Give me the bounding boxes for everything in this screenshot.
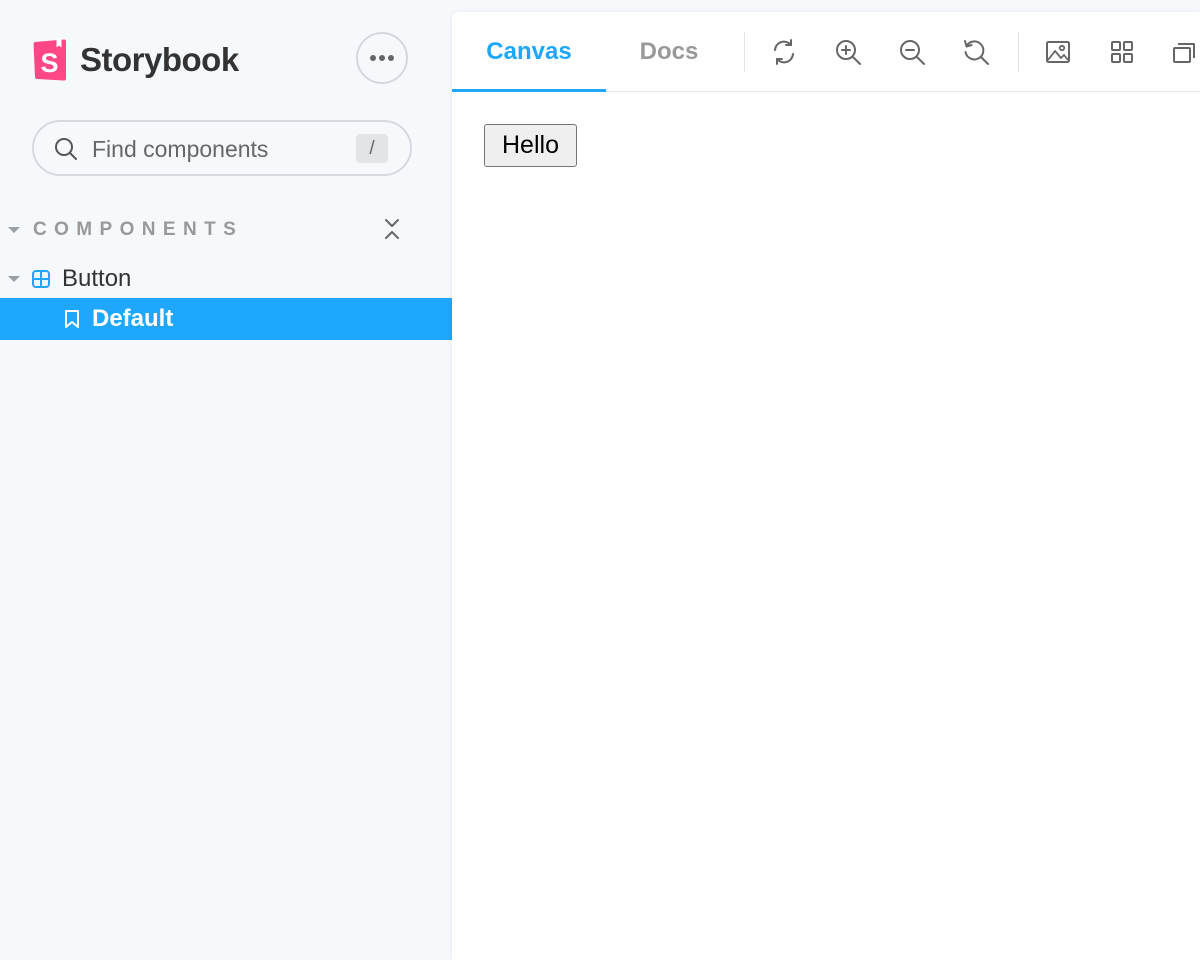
zoom-reset-icon [964,40,989,65]
grid-icon [1111,41,1133,63]
search-shortcut-badge: / [356,134,388,163]
main-panel: Canvas Docs Hello [452,12,1200,960]
tree-item-button[interactable]: Button [8,262,448,296]
brand-name: Storybook [80,41,239,78]
section-title: COMPONENTS [33,219,244,240]
tree-item-label: Button [62,265,132,292]
toolbar-divider [1018,32,1019,72]
outline-button[interactable] [1168,36,1200,68]
more-icon [370,55,394,61]
toolbar-divider [744,32,745,72]
collapse-all-icon[interactable] [384,218,400,240]
svg-text:S: S [40,48,58,78]
background-button[interactable] [1042,36,1074,68]
more-options-button[interactable] [356,32,408,84]
tree-expand-caret-icon [8,276,20,282]
section-expand-caret-icon [8,227,20,233]
components-section-header[interactable]: COMPONENTS [8,214,408,246]
search-icon [55,138,77,160]
sidebar: S Storybook / COMPONENTS B [0,0,452,960]
preview-hello-button[interactable]: Hello [484,124,577,167]
zoom-in-icon [836,40,861,65]
toolbar: Canvas Docs [452,12,1200,93]
zoom-in-button[interactable] [832,36,864,68]
outline-icon [1173,43,1195,63]
search-input[interactable] [90,132,374,166]
background-icon [1046,41,1070,63]
reload-button[interactable] [768,36,800,68]
search-box[interactable]: / [32,120,412,176]
zoom-out-button[interactable] [896,36,928,68]
tree-item-label: Default [92,305,174,332]
reload-icon [774,39,794,65]
component-icon [32,270,50,288]
tree-item-story-default[interactable]: Default [0,298,452,340]
tab-docs[interactable]: Docs [606,12,732,92]
grid-button[interactable] [1106,36,1138,68]
bookmark-icon [65,310,79,328]
story-canvas: Hello [452,92,1200,960]
tab-canvas[interactable]: Canvas [452,12,606,93]
zoom-out-icon [900,40,925,65]
zoom-reset-button[interactable] [960,36,992,68]
brand[interactable]: S Storybook [32,38,239,82]
storybook-logo-icon: S [33,38,66,81]
